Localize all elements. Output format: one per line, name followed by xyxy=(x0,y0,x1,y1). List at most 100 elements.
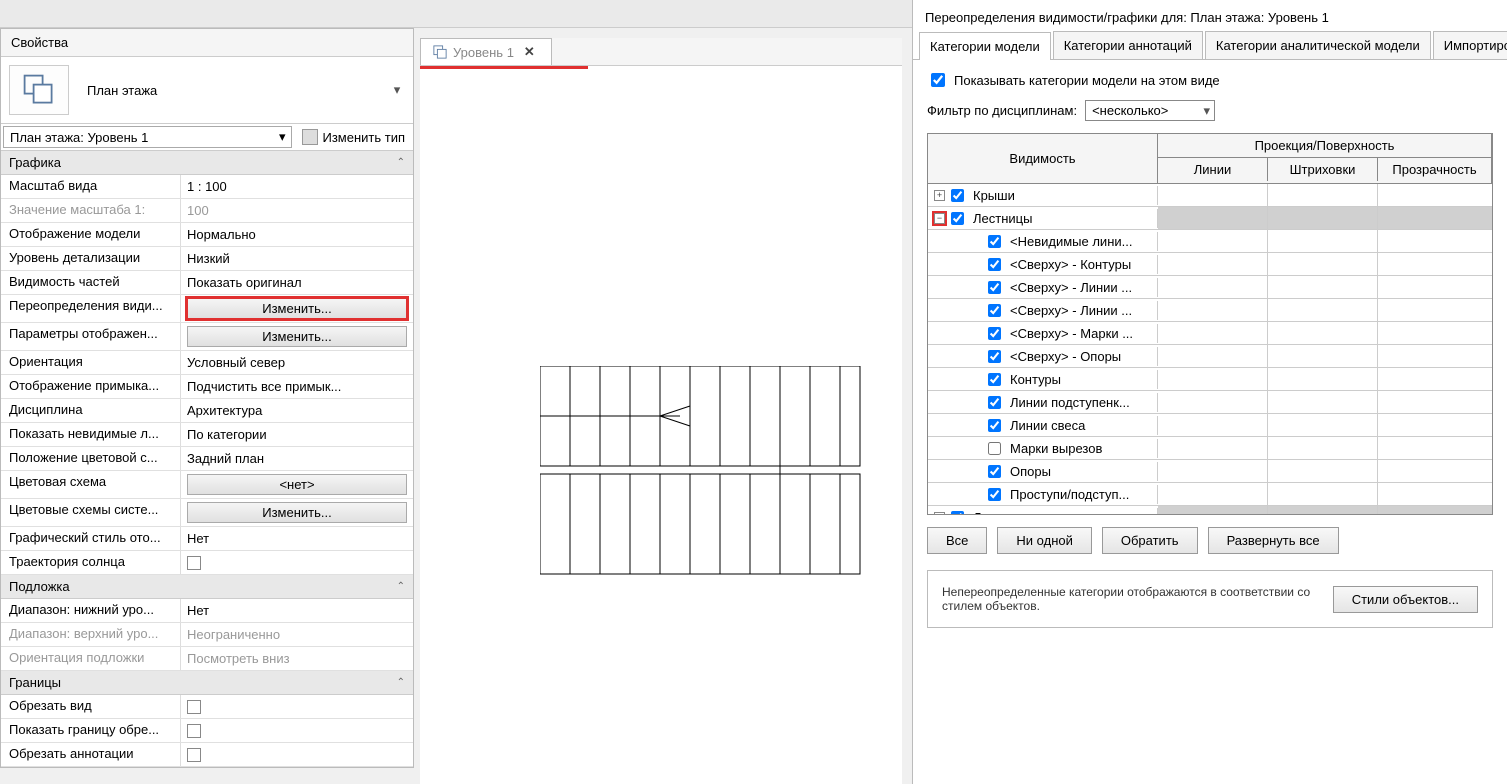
category-row[interactable]: +Линии xyxy=(928,506,1492,514)
category-row[interactable]: Марки вырезов xyxy=(928,437,1492,460)
override-cell[interactable] xyxy=(1268,207,1378,229)
override-cell[interactable] xyxy=(1268,230,1378,252)
category-checkbox[interactable] xyxy=(988,281,1001,294)
override-cell[interactable] xyxy=(1158,460,1268,482)
category-checkbox[interactable] xyxy=(951,511,964,515)
override-cell[interactable] xyxy=(1268,184,1378,206)
category-checkbox[interactable] xyxy=(988,488,1001,501)
type-selector[interactable]: План этажа ▾ xyxy=(1,57,413,123)
canvas[interactable] xyxy=(420,66,902,784)
section-underlay[interactable]: Подложка⌃ xyxy=(1,575,413,599)
override-cell[interactable] xyxy=(1268,276,1378,298)
override-cell[interactable] xyxy=(1268,368,1378,390)
object-styles-button[interactable]: Стили объектов... xyxy=(1333,586,1478,613)
category-row[interactable]: +Крыши xyxy=(928,184,1492,207)
category-row[interactable]: <Сверху> - Контуры xyxy=(928,253,1492,276)
expand-icon[interactable]: + xyxy=(934,190,945,201)
category-row[interactable]: −Лестницы xyxy=(928,207,1492,230)
override-cell[interactable] xyxy=(1158,230,1268,252)
override-cell[interactable] xyxy=(1268,506,1378,514)
override-cell[interactable] xyxy=(1158,253,1268,275)
override-cell[interactable] xyxy=(1378,253,1492,275)
category-checkbox[interactable] xyxy=(988,396,1001,409)
category-checkbox[interactable] xyxy=(988,327,1001,340)
override-cell[interactable] xyxy=(1158,207,1268,229)
system-colors-button[interactable]: Изменить... xyxy=(187,502,407,523)
category-row[interactable]: Линии свеса xyxy=(928,414,1492,437)
view-instance-select[interactable]: План этажа: Уровень 1▾ xyxy=(3,126,292,148)
crop-boundary-checkbox[interactable] xyxy=(187,724,201,738)
override-cell[interactable] xyxy=(1378,437,1492,459)
chevron-down-icon[interactable]: ▾ xyxy=(389,82,405,98)
override-cell[interactable] xyxy=(1378,299,1492,321)
override-cell[interactable] xyxy=(1378,184,1492,206)
none-button[interactable]: Ни одной xyxy=(997,527,1091,554)
override-cell[interactable] xyxy=(1378,391,1492,413)
category-checkbox[interactable] xyxy=(951,189,964,202)
category-checkbox[interactable] xyxy=(988,350,1001,363)
category-checkbox[interactable] xyxy=(988,442,1001,455)
override-cell[interactable] xyxy=(1158,184,1268,206)
visibility-override-button[interactable]: Изменить... xyxy=(187,298,407,319)
override-cell[interactable] xyxy=(1378,506,1492,514)
override-cell[interactable] xyxy=(1158,506,1268,514)
crop-view-checkbox[interactable] xyxy=(187,700,201,714)
category-checkbox[interactable] xyxy=(951,212,964,225)
override-cell[interactable] xyxy=(1268,253,1378,275)
all-button[interactable]: Все xyxy=(927,527,987,554)
override-cell[interactable] xyxy=(1378,230,1492,252)
override-cell[interactable] xyxy=(1268,345,1378,367)
category-row[interactable]: <Невидимые лини... xyxy=(928,230,1492,253)
tab-annotation-categories[interactable]: Категории аннотаций xyxy=(1053,31,1203,59)
tab-model-categories[interactable]: Категории модели xyxy=(919,32,1051,60)
override-cell[interactable] xyxy=(1158,276,1268,298)
tab-analytical-categories[interactable]: Категории аналитической модели xyxy=(1205,31,1431,59)
display-params-button[interactable]: Изменить... xyxy=(187,326,407,347)
close-icon[interactable]: ✕ xyxy=(520,44,539,60)
section-graphics[interactable]: Графика⌃ xyxy=(1,151,413,175)
override-cell[interactable] xyxy=(1268,299,1378,321)
crop-annotations-checkbox[interactable] xyxy=(187,748,201,762)
override-cell[interactable] xyxy=(1158,437,1268,459)
category-row[interactable]: <Сверху> - Марки ... xyxy=(928,322,1492,345)
override-cell[interactable] xyxy=(1378,368,1492,390)
override-cell[interactable] xyxy=(1158,299,1268,321)
view-tab-level1[interactable]: Уровень 1 ✕ xyxy=(420,38,552,65)
override-cell[interactable] xyxy=(1158,345,1268,367)
override-cell[interactable] xyxy=(1268,414,1378,436)
override-cell[interactable] xyxy=(1268,391,1378,413)
collapse-icon[interactable]: − xyxy=(934,213,945,224)
category-row[interactable]: Линии подступенк... xyxy=(928,391,1492,414)
override-cell[interactable] xyxy=(1268,460,1378,482)
category-row[interactable]: Проступи/подступ... xyxy=(928,483,1492,506)
override-cell[interactable] xyxy=(1378,414,1492,436)
override-cell[interactable] xyxy=(1268,322,1378,344)
category-row[interactable]: Опоры xyxy=(928,460,1492,483)
edit-type-button[interactable]: Изменить тип xyxy=(294,127,413,147)
category-row[interactable]: <Сверху> - Линии ... xyxy=(928,299,1492,322)
override-cell[interactable] xyxy=(1268,437,1378,459)
override-cell[interactable] xyxy=(1158,414,1268,436)
category-checkbox[interactable] xyxy=(988,373,1001,386)
expand-icon[interactable]: + xyxy=(934,512,945,515)
override-cell[interactable] xyxy=(1158,322,1268,344)
override-cell[interactable] xyxy=(1158,483,1268,505)
override-cell[interactable] xyxy=(1268,483,1378,505)
override-cell[interactable] xyxy=(1378,460,1492,482)
section-bounds[interactable]: Границы⌃ xyxy=(1,671,413,695)
show-categories-checkbox[interactable] xyxy=(931,73,945,87)
invert-button[interactable]: Обратить xyxy=(1102,527,1198,554)
override-cell[interactable] xyxy=(1378,483,1492,505)
sun-path-checkbox[interactable] xyxy=(187,556,201,570)
category-row[interactable]: Контуры xyxy=(928,368,1492,391)
override-cell[interactable] xyxy=(1378,207,1492,229)
category-checkbox[interactable] xyxy=(988,235,1001,248)
category-row[interactable]: <Сверху> - Линии ... xyxy=(928,276,1492,299)
category-row[interactable]: <Сверху> - Опоры xyxy=(928,345,1492,368)
override-cell[interactable] xyxy=(1158,391,1268,413)
category-checkbox[interactable] xyxy=(988,465,1001,478)
color-scheme-button[interactable]: <нет> xyxy=(187,474,407,495)
override-cell[interactable] xyxy=(1378,276,1492,298)
category-checkbox[interactable] xyxy=(988,258,1001,271)
category-checkbox[interactable] xyxy=(988,304,1001,317)
